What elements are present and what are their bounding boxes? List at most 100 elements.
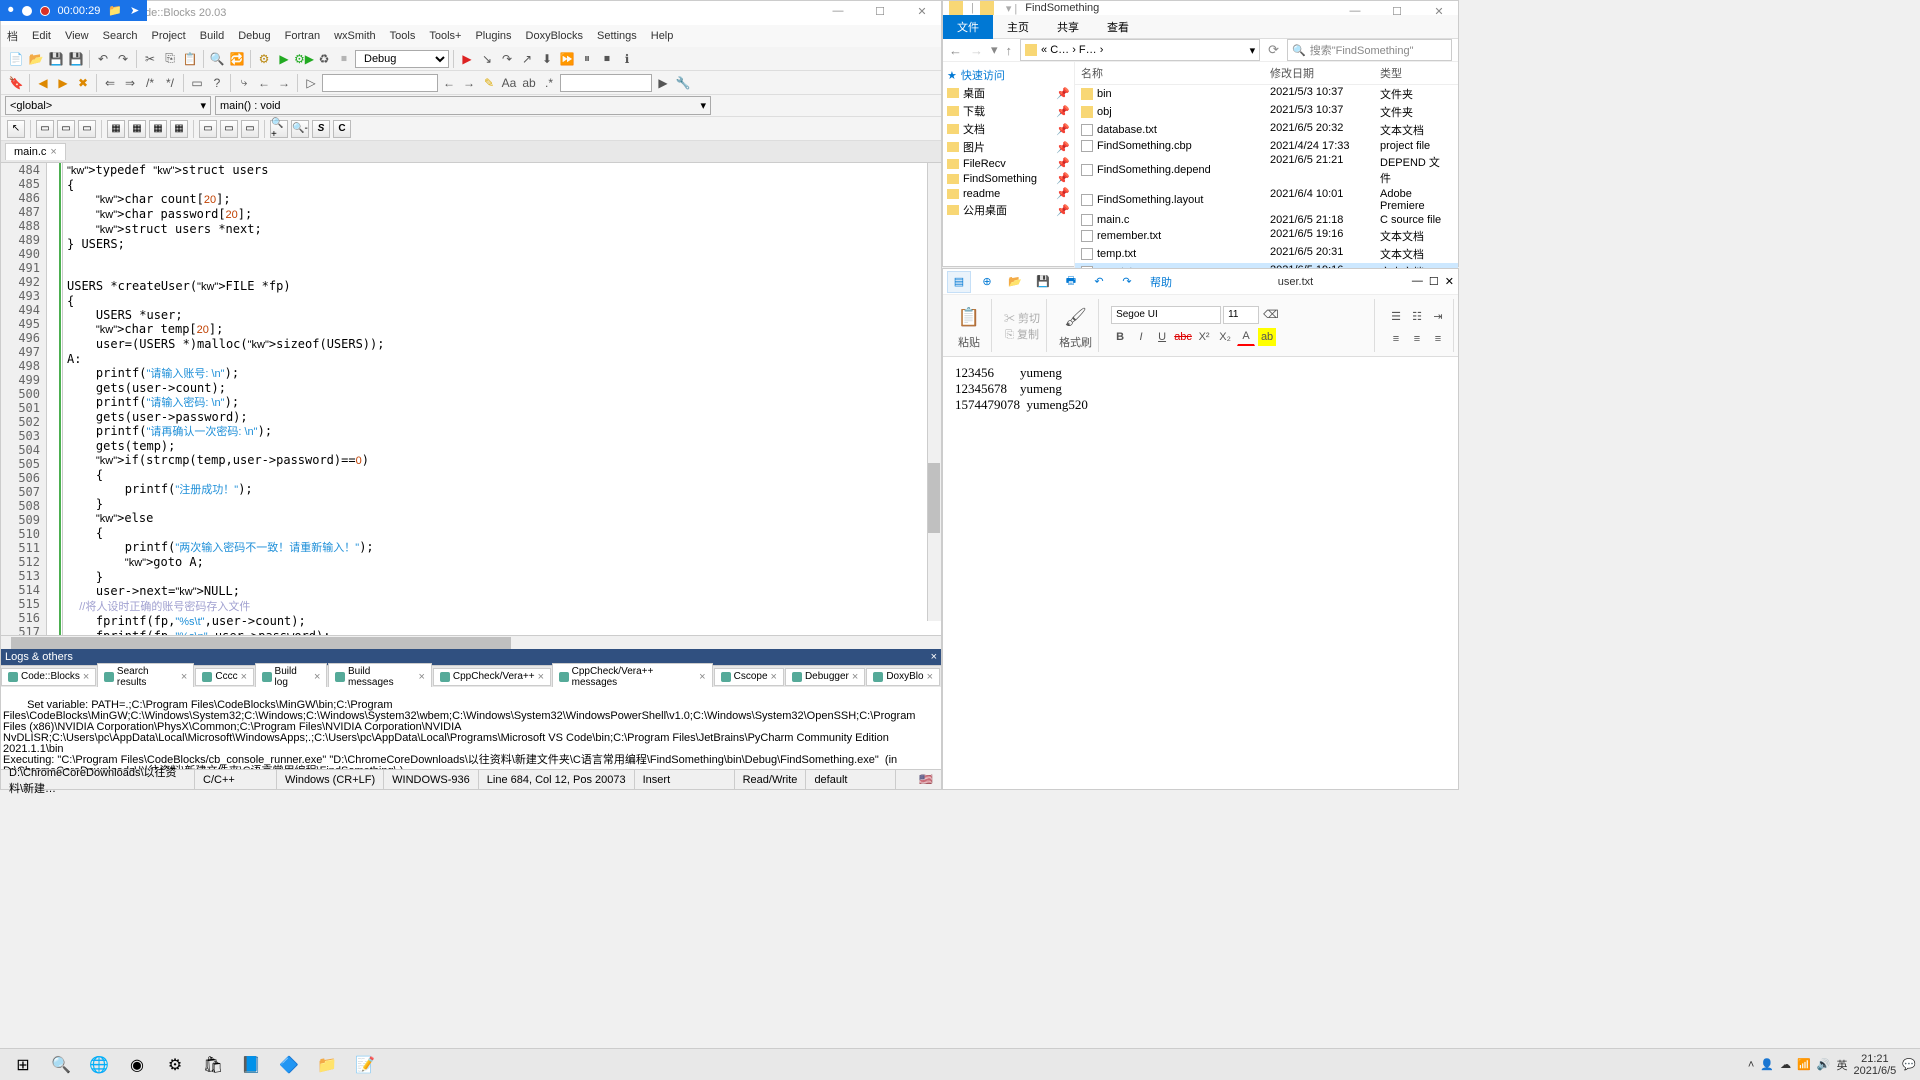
- close-button[interactable]: ✕: [1424, 5, 1454, 18]
- indent-icon[interactable]: ⇥: [1429, 308, 1447, 326]
- edge-icon[interactable]: 🌐: [80, 1051, 118, 1079]
- qat-print-icon[interactable]: 🖶: [1059, 271, 1083, 293]
- file-row[interactable]: database.txt2021/6/5 20:32文本文档: [1075, 121, 1458, 139]
- record-dot-icon[interactable]: [40, 6, 50, 16]
- maximize-button[interactable]: ☐: [1382, 5, 1412, 18]
- file-row[interactable]: temp.txt2021/6/5 20:31文本文档: [1075, 245, 1458, 263]
- nav-fwd-icon[interactable]: →: [970, 43, 983, 58]
- minimize-button[interactable]: —: [1340, 5, 1370, 18]
- match-case-icon[interactable]: Aa: [500, 74, 518, 92]
- block1-icon[interactable]: ▭: [36, 120, 54, 138]
- explorer-tab[interactable]: 共享: [1043, 15, 1093, 39]
- zoom-out-icon[interactable]: 🔍-: [291, 120, 309, 138]
- menu-edit[interactable]: Edit: [32, 30, 51, 42]
- highlight-button[interactable]: ab: [1258, 328, 1276, 346]
- redo-icon[interactable]: ↷: [114, 50, 132, 68]
- tray-ime-icon[interactable]: 英: [1836, 1057, 1847, 1073]
- build-run-icon[interactable]: ⚙▶: [295, 50, 313, 68]
- grid2-icon[interactable]: ▦: [128, 120, 146, 138]
- next-line-icon[interactable]: ⬇: [538, 50, 556, 68]
- superscript-button[interactable]: X²: [1195, 328, 1213, 346]
- qat-help[interactable]: 帮助: [1143, 271, 1179, 293]
- tray-chevron-icon[interactable]: ˄: [1748, 1059, 1754, 1071]
- menu-tools+[interactable]: Tools+: [429, 30, 461, 42]
- save-all-icon[interactable]: 💾: [67, 50, 85, 68]
- new-file-icon[interactable]: 📄: [7, 50, 25, 68]
- uncomment-icon[interactable]: */: [161, 74, 179, 92]
- strike-button[interactable]: abc: [1174, 328, 1192, 346]
- bullets-icon[interactable]: ☰: [1387, 308, 1405, 326]
- align-right-icon[interactable]: ≡: [1429, 330, 1447, 348]
- nav-down-icon[interactable]: ▾: [991, 42, 998, 58]
- replace-icon[interactable]: 🔁: [228, 50, 246, 68]
- tree-quick-access[interactable]: ★ 快速访问: [947, 66, 1070, 84]
- arrow-icon[interactable]: ➤: [130, 4, 139, 17]
- align-left-icon[interactable]: ≡: [1387, 330, 1405, 348]
- wordpad-taskbar-icon[interactable]: 📝: [346, 1051, 384, 1079]
- menu-fortran[interactable]: Fortran: [285, 30, 320, 42]
- align-center-icon[interactable]: ≡: [1408, 330, 1426, 348]
- logs-body[interactable]: Set variable: PATH=.;C:\Program Files\Co…: [1, 687, 941, 769]
- comment-icon[interactable]: /*: [141, 74, 159, 92]
- prev-bookmark-icon[interactable]: ◀: [34, 74, 52, 92]
- scope-func-select[interactable]: main() : void▾: [215, 96, 711, 115]
- block3-icon[interactable]: ▭: [78, 120, 96, 138]
- explorer-tab[interactable]: 主页: [993, 15, 1043, 39]
- explorer-tab[interactable]: 查看: [1093, 15, 1143, 39]
- chrome-icon[interactable]: ◉: [118, 1051, 156, 1079]
- file-row[interactable]: bin2021/5/3 10:37文件夹: [1075, 85, 1458, 103]
- continue-icon[interactable]: ⏩: [558, 50, 576, 68]
- back-icon[interactable]: ←: [255, 74, 273, 92]
- tree-item[interactable]: 图片📌: [947, 138, 1070, 156]
- store-icon[interactable]: 🛍: [194, 1051, 232, 1079]
- minimize-button[interactable]: —: [1412, 275, 1423, 288]
- tray-vol-icon[interactable]: 🔊: [1817, 1058, 1831, 1071]
- cursor-icon[interactable]: ↖: [7, 120, 25, 138]
- tray-net-icon[interactable]: 📶: [1797, 1058, 1811, 1071]
- qat-open-icon[interactable]: 📂: [1003, 271, 1027, 293]
- paste-icon[interactable]: 📋: [181, 50, 199, 68]
- status-lang-icon[interactable]: 🇺🇸: [911, 770, 941, 789]
- maximize-button[interactable]: ☐: [1429, 275, 1439, 288]
- numbering-icon[interactable]: ☷: [1408, 308, 1426, 326]
- toggle-bookmark-icon[interactable]: 🔖: [7, 74, 25, 92]
- pause-debug-icon[interactable]: ⏸: [578, 50, 596, 68]
- bold-button[interactable]: B: [1111, 328, 1129, 346]
- undo-icon[interactable]: ↶: [94, 50, 112, 68]
- highlight-icon[interactable]: ✎: [480, 74, 498, 92]
- qat-new-icon[interactable]: ⊕: [975, 271, 999, 293]
- nav-back-icon[interactable]: ←: [949, 43, 962, 58]
- menu-project[interactable]: Project: [151, 30, 185, 42]
- file-row[interactable]: FindSomething.layout2021/6/4 10:01Adobe …: [1075, 187, 1458, 213]
- menu-settings[interactable]: Settings: [597, 30, 637, 42]
- log-tab[interactable]: Cccc ×: [195, 668, 254, 686]
- document-body[interactable]: 123456 yumeng 12345678 yumeng 1574479078…: [943, 357, 1458, 789]
- block2-icon[interactable]: ▭: [57, 120, 75, 138]
- start-button[interactable]: ⊞: [4, 1051, 42, 1079]
- help-icon[interactable]: ?: [208, 74, 226, 92]
- tools-icon[interactable]: 🔧: [674, 74, 692, 92]
- search-box[interactable]: 🔍 搜索"FindSomething": [1287, 39, 1452, 61]
- cut-button[interactable]: ✂ 剪切: [1004, 310, 1040, 326]
- goto-line-icon[interactable]: ▶: [654, 74, 672, 92]
- qat-redo-icon[interactable]: ↷: [1115, 271, 1139, 293]
- file-row[interactable]: main.c2021/6/5 21:18C source file: [1075, 213, 1458, 227]
- paste-icon[interactable]: 📋: [953, 302, 985, 334]
- maximize-button[interactable]: ☐: [865, 5, 895, 18]
- menu-search[interactable]: Search: [103, 30, 138, 42]
- menu-plugins[interactable]: Plugins: [475, 30, 511, 42]
- tray-cloud-icon[interactable]: ☁: [1780, 1058, 1791, 1071]
- explorer-icon[interactable]: 📁: [308, 1051, 346, 1079]
- address-bar[interactable]: « C… › F… › ▾: [1020, 39, 1260, 61]
- search-button[interactable]: 🔍: [42, 1051, 80, 1079]
- s-icon[interactable]: S: [312, 120, 330, 138]
- whole-word-icon[interactable]: ab: [520, 74, 538, 92]
- menu-build[interactable]: Build: [200, 30, 224, 42]
- step-out-icon[interactable]: ↗: [518, 50, 536, 68]
- notifications-icon[interactable]: 💬: [1902, 1058, 1916, 1071]
- regex-icon[interactable]: .*: [540, 74, 558, 92]
- qat-file-icon[interactable]: ▤: [947, 271, 971, 293]
- search-next-icon[interactable]: →: [460, 74, 478, 92]
- font-family-input[interactable]: [1111, 306, 1221, 324]
- log-tab[interactable]: Cscope ×: [714, 668, 784, 686]
